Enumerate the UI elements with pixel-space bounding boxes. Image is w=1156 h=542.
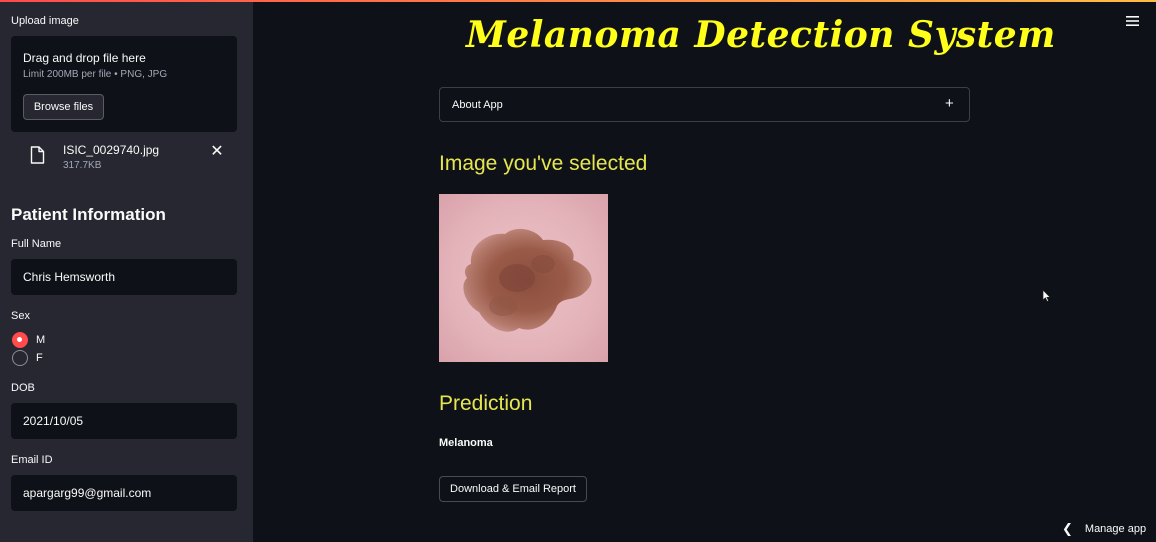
skin-lesion-image (439, 194, 608, 362)
mouse-cursor-icon (1042, 289, 1051, 307)
sidebar: Upload image Drag and drop file here Lim… (0, 0, 253, 542)
email-label: Email ID (11, 454, 53, 466)
prediction-heading: Prediction (439, 392, 533, 415)
uploaded-file-name: ISIC_0029740.jpg (63, 143, 160, 157)
download-email-report-button[interactable]: Download & Email Report (439, 476, 587, 502)
sex-radio-m[interactable]: M (12, 332, 45, 348)
radio-selected-indicator[interactable] (12, 332, 28, 348)
sex-option-label: F (36, 352, 43, 364)
sex-label: Sex (11, 310, 30, 322)
sex-radio-f[interactable]: F (12, 350, 43, 366)
uploaded-file-size: 317.7KB (63, 160, 102, 171)
full-name-label: Full Name (11, 238, 62, 250)
manage-app-label: Manage app (1084, 523, 1147, 535)
patient-information-heading: Patient Information (11, 205, 166, 224)
hamburger-menu-icon[interactable] (1126, 14, 1139, 32)
uploaded-file-item: ISIC_0029740.jpg 317.7KB ✕ (11, 138, 237, 178)
prediction-result: Melanoma (439, 437, 493, 449)
radio-unselected-indicator[interactable] (12, 350, 28, 366)
top-decoration-bar (0, 0, 1156, 2)
file-icon (30, 146, 45, 169)
file-dropzone[interactable]: Drag and drop file here Limit 200MB per … (11, 36, 237, 132)
dob-label: DOB (11, 382, 35, 394)
chevron-left-icon: ❮ (1062, 521, 1073, 536)
app-title: Melanoma Detection System (466, 14, 1056, 56)
dropzone-limit: Limit 200MB per file • PNG, JPG (23, 69, 168, 80)
full-name-input[interactable]: Chris Hemsworth (11, 259, 237, 295)
upload-image-label: Upload image (11, 15, 79, 27)
dob-input[interactable]: 2021/10/05 (11, 403, 237, 439)
browse-files-button[interactable]: Browse files (23, 94, 104, 120)
email-input[interactable]: apargarg99@gmail.com (11, 475, 237, 511)
dropzone-title: Drag and drop file here (23, 51, 146, 65)
sex-option-label: M (36, 334, 46, 346)
image-selected-heading: Image you've selected (439, 152, 648, 175)
close-icon[interactable]: ✕ (210, 141, 224, 161)
manage-app-button[interactable]: ❮ Manage app (1062, 521, 1146, 537)
plus-icon[interactable]: + (945, 95, 954, 112)
expander-label: About App (452, 99, 503, 111)
about-app-expander[interactable]: About App + (439, 87, 970, 122)
